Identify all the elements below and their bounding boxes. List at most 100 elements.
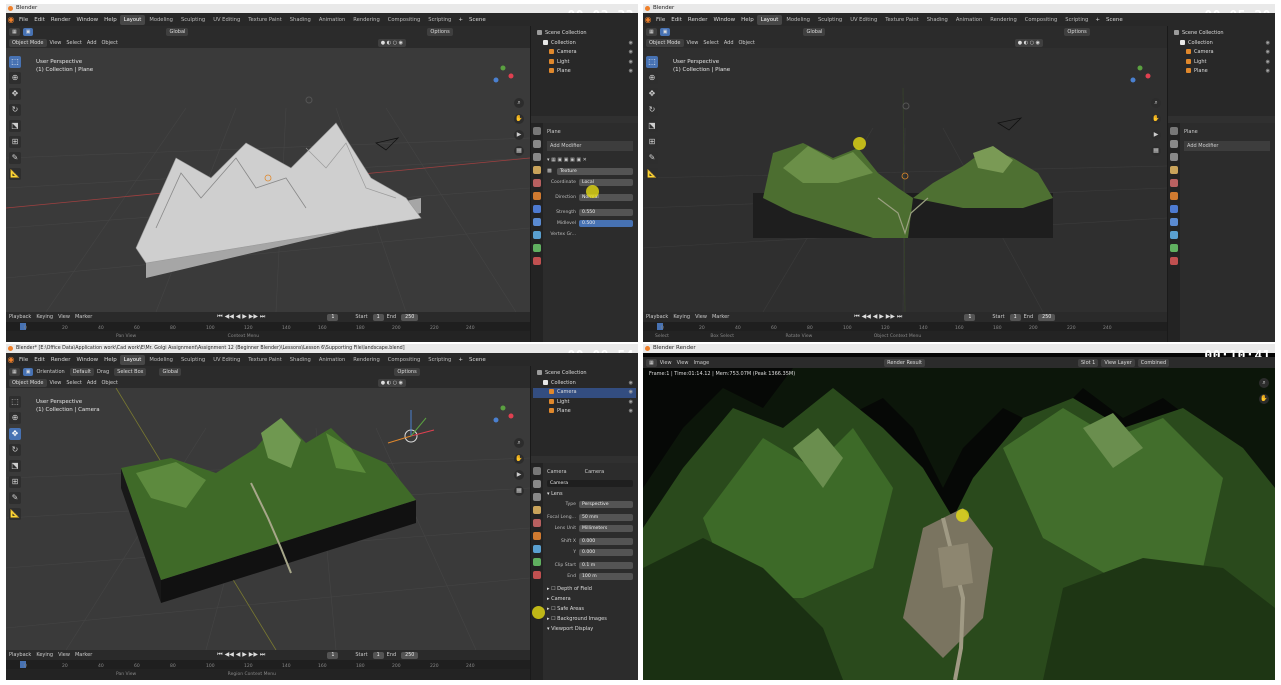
select-mode-icon[interactable]: ▣	[659, 27, 671, 36]
keying-menu[interactable]: Keying	[673, 314, 690, 320]
end-frame-field[interactable]: 250	[401, 651, 419, 659]
playback-menu[interactable]: Playback	[646, 314, 668, 320]
tab-rendering[interactable]: Rendering	[349, 15, 384, 25]
menu-add[interactable]: Add	[87, 40, 97, 46]
render-tab-icon[interactable]	[533, 140, 541, 148]
tab-uv-editing[interactable]: UV Editing	[846, 15, 881, 25]
menu-help[interactable]: Help	[738, 17, 757, 23]
outliner-row[interactable]: Light ◉	[533, 398, 636, 408]
add-modifier-button[interactable]: Add Modifier	[1184, 141, 1270, 151]
menu-render[interactable]: Render	[48, 17, 74, 23]
outliner-row[interactable]: Camera ◉	[533, 48, 636, 58]
current-frame-field[interactable]: 1	[327, 651, 339, 659]
playback-menu[interactable]: Playback	[9, 314, 31, 320]
outliner-row[interactable]: Collection ◉	[533, 379, 636, 389]
outliner-row[interactable]: Light ◉	[533, 58, 636, 68]
grid-view-icon[interactable]: ▦	[514, 486, 524, 496]
tab-texture-paint[interactable]: Texture Paint	[244, 355, 285, 365]
data-tab-icon[interactable]	[533, 244, 541, 252]
outliner-row[interactable]: Scene Collection	[533, 29, 636, 39]
tab-scripting[interactable]: Scripting	[424, 15, 455, 25]
particles-tab-icon[interactable]	[533, 218, 541, 226]
outliner-row[interactable]: Camera ◉	[1170, 48, 1273, 58]
outliner-row[interactable]: Plane ◉	[533, 407, 636, 417]
camera-data-tab-icon[interactable]	[533, 558, 541, 566]
visibility-icon[interactable]: ◉	[629, 48, 633, 58]
physics-tab-icon[interactable]	[1170, 231, 1178, 239]
modifier-tab-icon[interactable]	[1170, 205, 1178, 213]
end-frame-field[interactable]: 250	[401, 313, 419, 321]
add-modifier-button[interactable]: Add Modifier	[547, 141, 633, 151]
visibility-icon[interactable]: ◉	[629, 398, 633, 408]
material-tab-icon[interactable]	[1170, 257, 1178, 265]
options-dropdown[interactable]: Options	[427, 27, 453, 36]
tab-layout[interactable]: Layout	[119, 354, 146, 365]
keying-menu[interactable]: Keying	[36, 652, 53, 658]
pass-dropdown[interactable]: Combined	[1137, 358, 1170, 367]
outliner-row[interactable]: Plane ◉	[533, 67, 636, 77]
measure-tool-icon[interactable]: 📐	[646, 168, 658, 180]
menu-edit[interactable]: Edit	[31, 17, 48, 23]
rotate-tool-icon[interactable]: ↻	[9, 104, 21, 116]
tab-modeling[interactable]: Modeling	[145, 15, 177, 25]
outliner-row[interactable]: Plane ◉	[1170, 67, 1273, 77]
timeline-ruler[interactable]: 0 20 40 60 80 100 120 140 160 180 200 22…	[6, 660, 530, 669]
start-frame-field[interactable]: 1	[372, 651, 384, 659]
material-tab-icon[interactable]	[533, 257, 541, 265]
scene-tab-icon[interactable]	[533, 519, 541, 527]
object-tab-icon[interactable]	[533, 532, 541, 540]
tab-animation[interactable]: Animation	[315, 15, 349, 25]
cursor-tool-icon[interactable]: ⊕	[646, 72, 658, 84]
tab-uv-editing[interactable]: UV Editing	[209, 15, 244, 25]
zoom-icon[interactable]: ⌕	[1259, 378, 1269, 388]
scene-selector[interactable]: Scene	[1103, 17, 1126, 23]
move-tool-icon[interactable]: ✥	[9, 428, 21, 440]
3d-viewport[interactable]: ⬚ ⊕ ✥ ↻ ⬔ ⊞ ✎ 📐 User Perspective (1) Col…	[6, 388, 530, 650]
menu-window[interactable]: Window	[710, 17, 738, 23]
shading-modes[interactable]: ● ◐ ○ ◉	[377, 378, 407, 387]
keying-menu[interactable]: Keying	[36, 314, 53, 320]
transform-tool-icon[interactable]: ⊞	[646, 136, 658, 148]
menu-image[interactable]: Image	[693, 360, 709, 366]
rotate-tool-icon[interactable]: ↻	[9, 444, 21, 456]
outliner-row[interactable]: Scene Collection	[533, 369, 636, 379]
3d-viewport[interactable]: ⬚ ⊕ ✥ ↻ ⬔ ⊞ ✎ 📐 User Perspective (1) Col…	[6, 48, 530, 312]
editor-type-icon[interactable]: ▦	[9, 27, 20, 36]
orientation-dropdown[interactable]: Default	[69, 367, 94, 376]
menu-view-2[interactable]: View	[677, 360, 689, 366]
tab-modeling[interactable]: Modeling	[782, 15, 814, 25]
menu-select[interactable]: Select	[66, 380, 81, 386]
playback-menu[interactable]: Playback	[9, 652, 31, 658]
tab-modeling[interactable]: Modeling	[145, 355, 177, 365]
outliner-row[interactable]: Camera ◉	[533, 388, 636, 398]
tab-compositing[interactable]: Compositing	[1021, 15, 1062, 25]
tab-scripting[interactable]: Scripting	[424, 355, 455, 365]
blender-logo-icon[interactable]: ◉	[643, 15, 653, 24]
tool-tab-icon[interactable]	[533, 127, 541, 135]
tab-uv-editing[interactable]: UV Editing	[209, 355, 244, 365]
move-tool-icon[interactable]: ✥	[646, 88, 658, 100]
marker-menu[interactable]: Marker	[712, 314, 729, 320]
physics-tab-icon[interactable]	[533, 545, 541, 553]
output-tab-icon[interactable]	[533, 493, 541, 501]
tab-layout[interactable]: Layout	[756, 14, 783, 25]
timeline-ruler[interactable]: 0 20 40 60 80 100 120 140 160 180 200 22…	[6, 322, 530, 331]
transform-tool-icon[interactable]: ⊞	[9, 136, 21, 148]
move-tool-icon[interactable]: ✥	[9, 88, 21, 100]
tab-rendering[interactable]: Rendering	[349, 355, 384, 365]
3d-viewport[interactable]: ⬚ ⊕ ✥ ↻ ⬔ ⊞ ✎ 📐 User Perspective (1) Col…	[643, 48, 1167, 312]
pan-hand-icon[interactable]: ✋	[514, 454, 524, 464]
add-workspace-icon[interactable]: +	[1092, 17, 1103, 23]
select-tool-icon[interactable]: ⬚	[9, 396, 21, 408]
editor-type-icon[interactable]: ▦	[646, 27, 657, 36]
measure-tool-icon[interactable]: 📐	[9, 168, 21, 180]
render-result-field[interactable]: Render Result	[884, 358, 925, 367]
current-frame-field[interactable]: 1	[964, 313, 976, 321]
pan-hand-icon[interactable]: ✋	[1151, 114, 1161, 124]
menu-file[interactable]: File	[653, 17, 668, 23]
tab-scripting[interactable]: Scripting	[1061, 15, 1092, 25]
outliner-row[interactable]: Collection ◉	[533, 39, 636, 49]
scene-tab-icon[interactable]	[1170, 179, 1178, 187]
tab-compositing[interactable]: Compositing	[384, 15, 425, 25]
menu-help[interactable]: Help	[101, 357, 120, 363]
